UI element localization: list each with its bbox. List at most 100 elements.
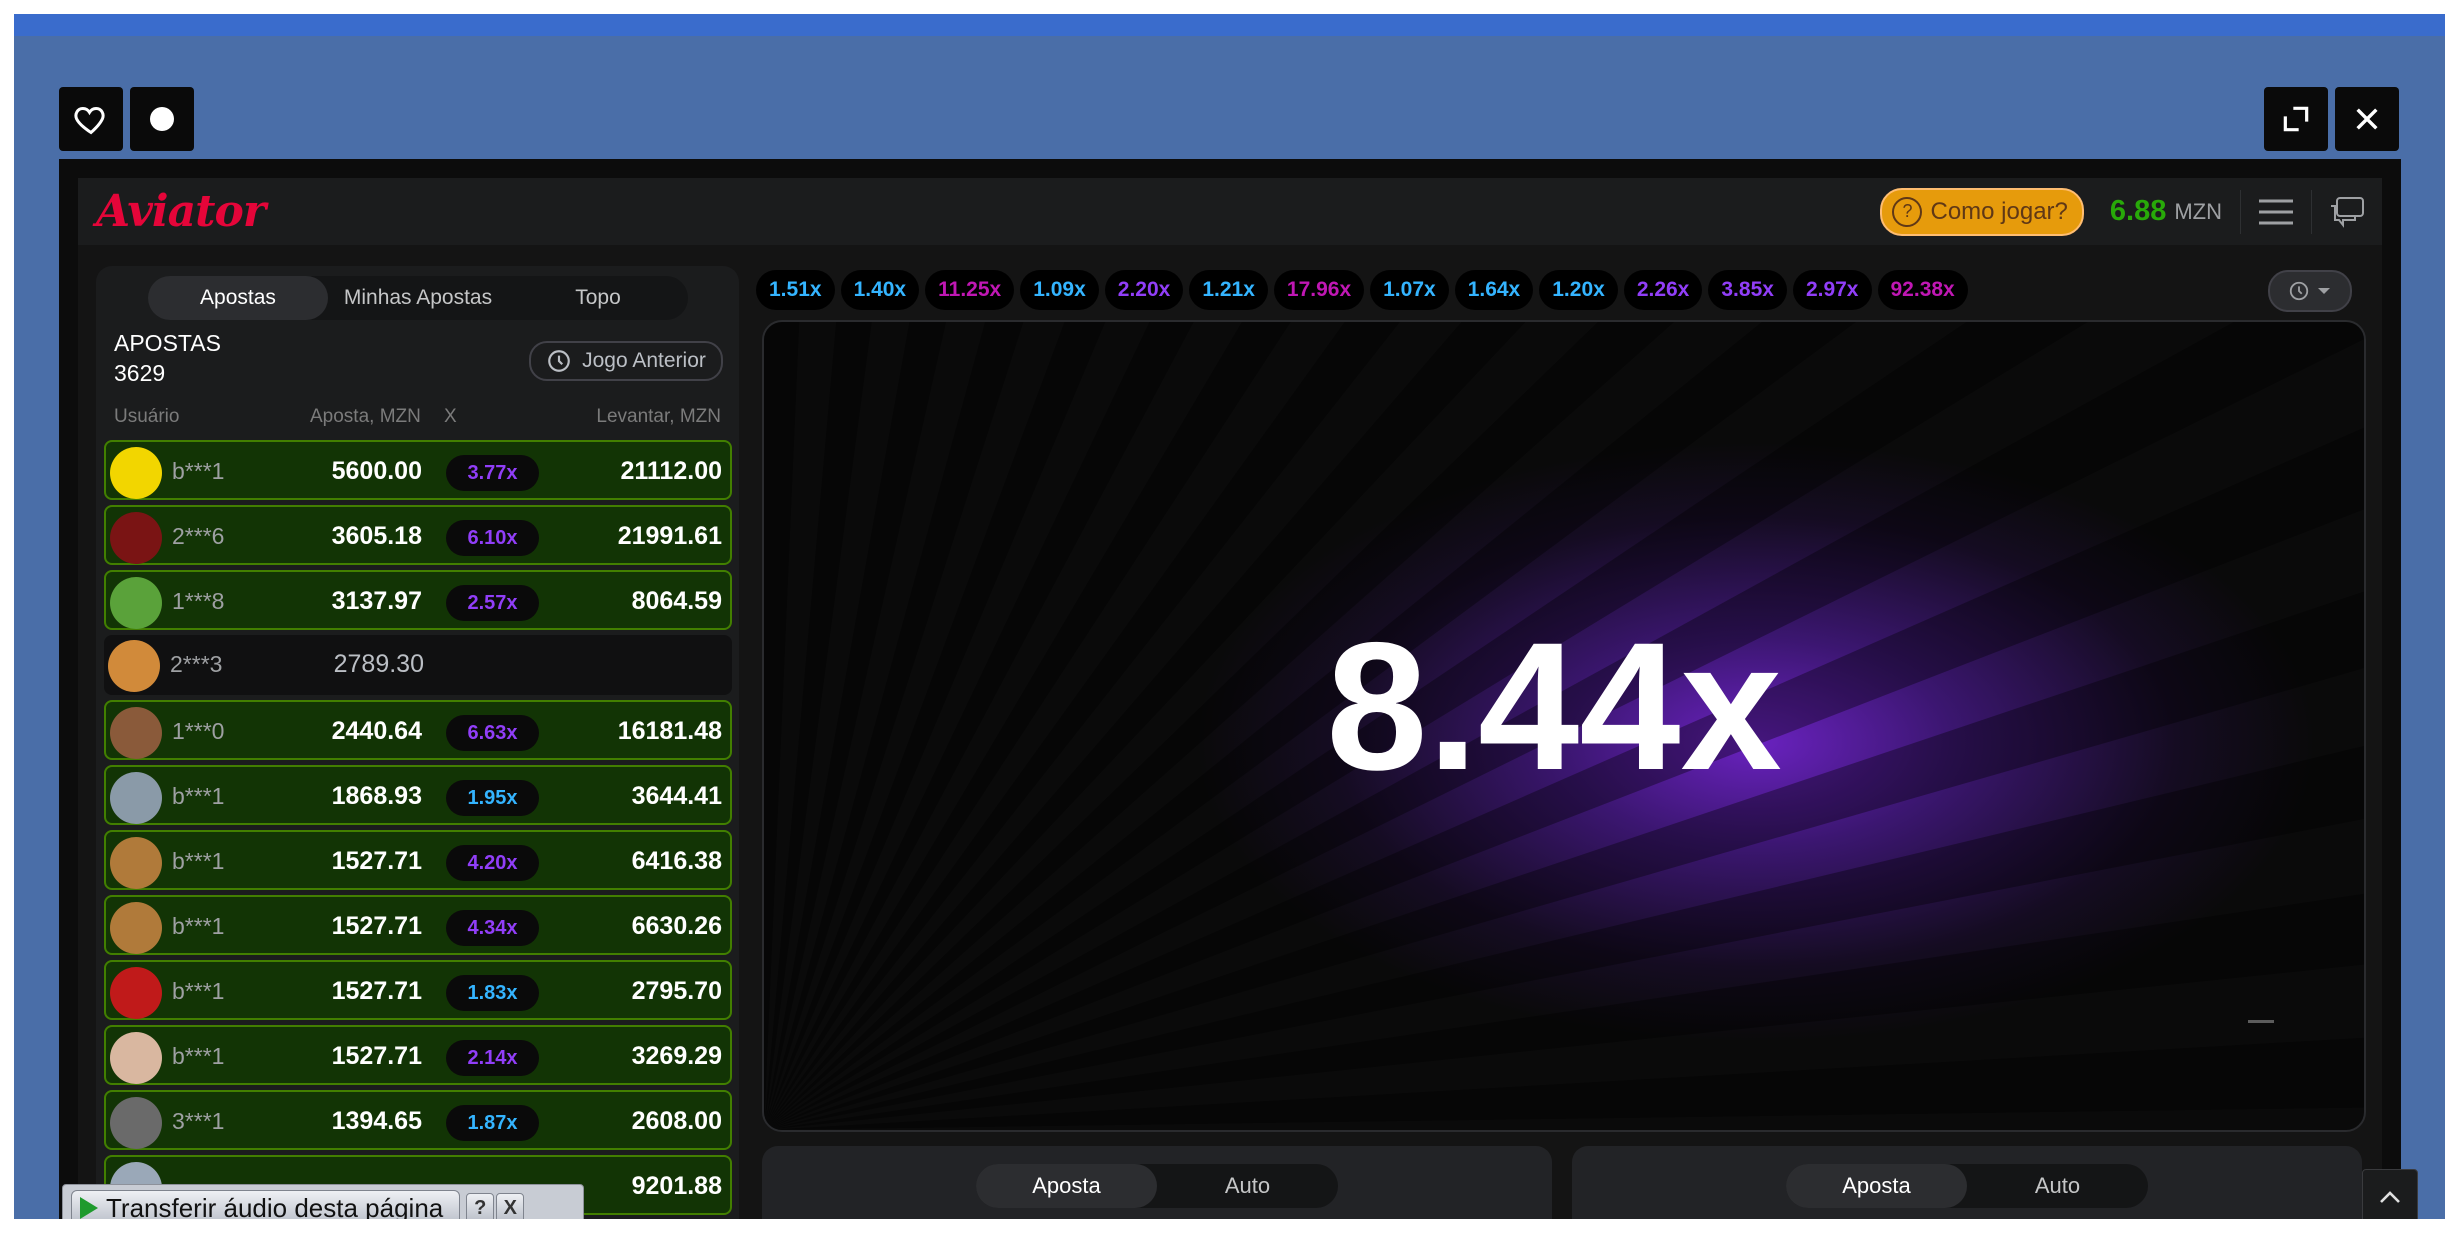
chevron-up-icon [2380,1191,2400,1203]
bets-panel: Apostas Minhas Apostas Topo APOSTAS 3629… [96,266,739,1219]
game-inner: Aviator ? Como jogar? 6.88 MZN Apostas M… [78,178,2382,1219]
bet-row: 1***0 2440.64 6.63x 16181.48 [104,700,732,760]
question-icon: ? [1892,196,1923,227]
bet-cashout: 21112.00 [620,457,722,485]
bet-multiplier-badge: 4.20x [446,845,539,881]
bet-multiplier-badge: 6.63x [446,715,539,751]
bet-amount: 3137.97 [331,587,422,615]
circle-icon [150,107,174,131]
bet-row: 2***3 2789.30 [104,635,732,695]
download-audio-button[interactable]: Transferir áudio desta página [71,1190,461,1219]
bet-panel-1-tab-aposta[interactable]: Aposta [976,1164,1157,1208]
bet-cashout: 21991.61 [617,522,722,550]
theme-button[interactable] [130,87,194,151]
history-multiplier[interactable]: 2.26x [1623,270,1703,310]
bet-amount: 5600.00 [331,457,422,485]
bet-user: b***1 [172,848,225,874]
bet-row: 3***1 1394.65 1.87x 2608.00 [104,1090,732,1150]
bet-user: b***1 [172,978,225,1004]
audio-help-button[interactable]: ? [466,1193,495,1219]
bets-tabs: Apostas Minhas Apostas Topo [148,276,688,320]
favorite-button[interactable] [59,87,123,151]
remove-bet-panel-button[interactable] [2248,1020,2274,1023]
bet-multiplier-badge: 1.95x [446,780,539,816]
bet-panel-2-tab-auto[interactable]: Auto [1967,1164,2148,1208]
bet-row: b***1 1527.71 4.20x 6416.38 [104,830,732,890]
history-icon [548,350,570,372]
column-bet: Aposta, MZN [310,406,421,427]
bet-amount: 2440.64 [331,717,422,745]
balance-value: 6.88 [2109,195,2167,227]
bet-multiplier-badge: 4.34x [446,910,539,946]
expand-icon [2283,106,2309,132]
history-multiplier[interactable]: 3.85x [1708,270,1787,310]
bet-panel-1-tab-auto[interactable]: Auto [1157,1164,1338,1208]
column-user: Usuário [114,406,180,427]
audio-close-button[interactable]: X [496,1193,525,1219]
bet-row: b***1 1868.93 1.95x 3644.41 [104,765,732,825]
history-multiplier[interactable]: 1.51x [756,270,835,310]
history-multiplier[interactable]: 2.20x [1104,270,1184,310]
bet-amount: 1527.71 [331,912,422,940]
scroll-to-top-button[interactable] [2362,1169,2418,1219]
heart-icon [74,106,105,135]
bet-user: b***1 [172,1043,225,1069]
history-multiplier[interactable]: 1.07x [1370,270,1449,310]
history-dropdown-button[interactable] [2268,270,2352,312]
avatar [110,707,162,759]
avatar [108,640,160,692]
column-multiplier: X [444,406,457,427]
history-multiplier[interactable]: 1.64x [1454,270,1534,310]
bet-amount: 3605.18 [331,522,422,550]
how-to-play-label: Como jogar? [1930,197,2068,225]
tab-apostas[interactable]: Apostas [148,276,328,320]
bet-row: 2***6 3605.18 6.10x 21991.61 [104,505,732,565]
avatar [110,967,162,1019]
bet-row: b***1 1527.71 4.34x 6630.26 [104,895,732,955]
avatar [110,577,162,629]
how-to-play-button[interactable]: ? Como jogar? [1880,187,2084,236]
aviator-logo: Aviator [96,186,266,237]
expand-button[interactable] [2264,87,2328,151]
chat-button[interactable] [2312,178,2382,245]
menu-button[interactable] [2241,178,2311,245]
bet-row: b***1 1527.71 1.83x 2795.70 [104,960,732,1020]
game-stage: 8.44x [762,320,2366,1132]
previous-game-button[interactable]: Jogo Anterior [529,341,723,381]
bets-list: b***1 5600.00 3.77x 21112.00 2***6 3605.18 6.1… [104,440,732,1219]
chat-icon [2331,196,2364,228]
bet-cashout: 2795.70 [631,977,722,1005]
history-multiplier[interactable]: 2.97x [1792,270,1872,310]
bet-panel-1: Aposta Auto [762,1146,1552,1219]
bet-panel-2-tabs: Aposta Auto [1786,1164,2148,1208]
history-multiplier[interactable]: 11.25x [925,270,1015,310]
avatar [110,837,162,889]
bet-row: b***1 1527.71 2.14x 3269.29 [104,1025,732,1085]
chevron-down-icon [2318,288,2330,294]
bet-user: b***1 [172,913,225,939]
history-multiplier[interactable]: 1.09x [1020,270,1099,310]
history-multiplier[interactable]: 1.21x [1189,270,1268,310]
bets-summary: APOSTAS 3629 [114,328,221,388]
close-button[interactable] [2335,87,2399,151]
history-multiplier[interactable]: 92.38x [1877,270,1968,310]
tab-minhas-apostas[interactable]: Minhas Apostas [328,276,508,320]
bets-count: 3629 [114,360,166,386]
hamburger-icon [2259,199,2293,224]
bet-panel-2-tab-aposta[interactable]: Aposta [1786,1164,1967,1208]
bet-user: 2***3 [170,651,223,677]
bet-multiplier-badge: 1.87x [446,1105,539,1141]
bet-user: b***1 [172,458,225,484]
bet-user: b***1 [172,783,225,809]
history-multiplier[interactable]: 1.20x [1539,270,1618,310]
audio-toolbar: Transferir áudio desta página ? X [62,1184,584,1219]
bet-cashout: 3269.29 [631,1042,722,1070]
bet-multiplier-badge: 2.57x [446,585,539,621]
history-multiplier[interactable]: 1.40x [840,270,920,310]
bet-cashout: 3644.41 [631,782,722,810]
bet-amount: 1868.93 [331,782,422,810]
bet-panel-1-tabs: Aposta Auto [976,1164,1338,1208]
history-multiplier[interactable]: 17.96x [1273,270,1365,310]
tab-topo[interactable]: Topo [508,276,688,320]
balance-currency: MZN [2174,198,2222,224]
